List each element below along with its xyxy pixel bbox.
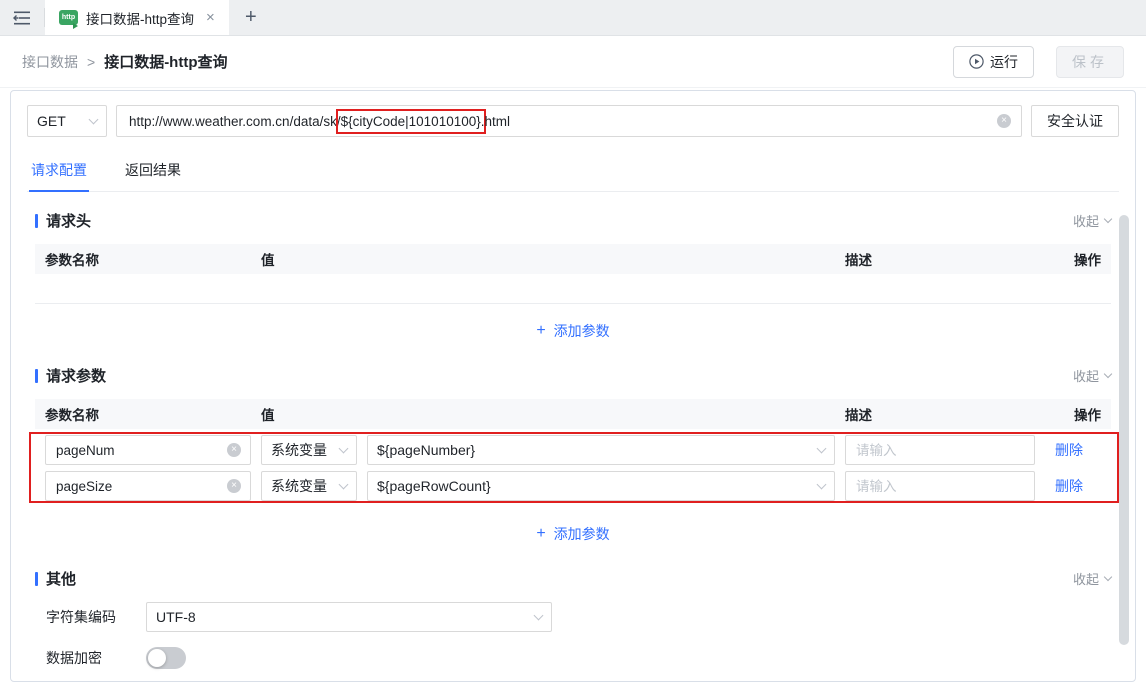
method-select[interactable]: GET [27,105,107,137]
params-rows: × 系统变量 ${pageNumber} 删除 [35,435,1111,501]
charset-label: 字符集编码 [46,607,146,627]
play-circle-icon [969,54,984,69]
chevron-down-icon [339,443,349,453]
encrypt-label: 数据加密 [46,648,146,668]
request-config-panel: GET http://www.weather.com.cn/data/sk/${… [10,90,1136,682]
params-table-head: 参数名称 值 描述 操作 [35,399,1111,429]
col-value: 值 [261,249,835,269]
chevron-down-icon [1104,214,1112,222]
config-tabs: 请求配置 返回结果 [27,152,1119,192]
security-auth-button[interactable]: 安全认证 [1031,105,1119,137]
top-tab-bar: http 接口数据-http查询 × + [0,0,1146,36]
value-type-text: 系统变量 [271,476,327,496]
charset-select[interactable]: UTF-8 [146,602,552,632]
collapse-params-link[interactable]: 收起 [1073,366,1111,385]
add-header-param-button[interactable]: + 添加参数 [35,304,1111,347]
data-encrypt-toggle[interactable] [146,647,186,669]
add-request-param-button[interactable]: + 添加参数 [35,507,1111,550]
col-param-name: 参数名称 [45,404,251,424]
breadcrumb-root[interactable]: 接口数据 [22,52,78,72]
section-accent-bar [35,214,38,228]
param-row: × 系统变量 ${pageNumber} 删除 [35,435,1111,465]
tab-request-config[interactable]: 请求配置 [29,152,89,192]
param-name-input[interactable] [45,435,251,465]
section-other: 其他 收起 [35,568,1111,589]
vertical-scrollbar[interactable] [1119,215,1129,645]
param-row: × 系统变量 ${pageRowCount} 删除 [35,471,1111,501]
section-title: 请求参数 [46,365,106,386]
url-variable-annotated: ${cityCode|101010100} [341,114,481,129]
col-action: 操作 [1045,249,1101,269]
run-label: 运行 [990,52,1018,72]
chevron-down-icon [1104,572,1112,580]
col-desc: 描述 [845,404,1035,424]
toggle-knob [148,649,166,667]
value-text: ${pageRowCount} [377,478,491,494]
breadcrumb-current: 接口数据-http查询 [104,51,227,72]
clear-url-icon[interactable]: × [997,114,1011,128]
section-accent-bar [35,572,38,586]
chevron-down-icon [817,479,827,489]
col-param-name: 参数名称 [45,249,251,269]
section-accent-bar [35,369,38,383]
add-param-label: 添加参数 [554,321,610,341]
collapse-label: 收起 [1073,366,1099,385]
chevron-down-icon [339,479,349,489]
value-type-select[interactable]: 系统变量 [261,471,357,501]
tab-response-result[interactable]: 返回结果 [123,152,183,191]
section-title: 请求头 [46,210,91,231]
plus-icon: + [536,323,545,339]
tab-api-http-query[interactable]: http 接口数据-http查询 × [45,0,229,35]
url-prefix: http://www.weather.com.cn/data/sk/ [129,114,341,129]
url-input[interactable]: http://www.weather.com.cn/data/sk/${city… [116,105,1022,137]
headers-table-head: 参数名称 值 描述 操作 [35,244,1111,274]
collapse-sidebar-icon[interactable] [0,0,44,35]
delete-row-link[interactable]: 删除 [1045,476,1101,496]
collapse-headers-link[interactable]: 收起 [1073,211,1111,230]
save-button[interactable]: 保存 [1056,46,1124,78]
chevron-down-icon [89,114,99,124]
clear-input-icon[interactable]: × [227,443,241,457]
section-request-params: 请求参数 收起 [35,365,1111,386]
col-desc: 描述 [845,249,1035,269]
desc-input[interactable] [845,435,1035,465]
value-type-select[interactable]: 系统变量 [261,435,357,465]
section-title: 其他 [46,568,76,589]
method-value: GET [37,113,66,129]
collapse-label: 收起 [1073,569,1099,588]
value-type-text: 系统变量 [271,440,327,460]
encrypt-row: 数据加密 [35,647,1111,669]
breadcrumb: 接口数据 > 接口数据-http查询 [22,51,228,72]
headers-empty-row [35,274,1111,304]
collapse-other-link[interactable]: 收起 [1073,569,1111,588]
run-button[interactable]: 运行 [953,46,1034,78]
clear-input-icon[interactable]: × [227,479,241,493]
url-row: GET http://www.weather.com.cn/data/sk/${… [27,105,1119,137]
tab-title: 接口数据-http查询 [86,8,194,28]
close-tab-icon[interactable]: × [206,10,215,25]
breadcrumb-separator: > [87,54,95,70]
value-text: ${pageNumber} [377,442,475,458]
plus-icon: + [536,526,545,542]
chevron-down-icon [817,443,827,453]
url-suffix: .html [481,114,510,129]
delete-row-link[interactable]: 删除 [1045,440,1101,460]
section-request-headers: 请求头 收起 [35,210,1111,231]
value-select[interactable]: ${pageRowCount} [367,471,835,501]
add-tab-button[interactable]: + [229,0,273,35]
charset-value: UTF-8 [156,609,196,625]
charset-row: 字符集编码 UTF-8 [35,602,1111,632]
col-action: 操作 [1045,404,1101,424]
value-select[interactable]: ${pageNumber} [367,435,835,465]
chevron-down-icon [1104,369,1112,377]
collapse-label: 收起 [1073,211,1099,230]
add-param-label: 添加参数 [554,524,610,544]
http-api-icon: http [59,10,78,25]
col-value: 值 [261,404,835,424]
desc-input[interactable] [845,471,1035,501]
chevron-down-icon [534,610,544,620]
page-header: 接口数据 > 接口数据-http查询 运行 保存 [0,36,1146,88]
param-name-input[interactable] [45,471,251,501]
